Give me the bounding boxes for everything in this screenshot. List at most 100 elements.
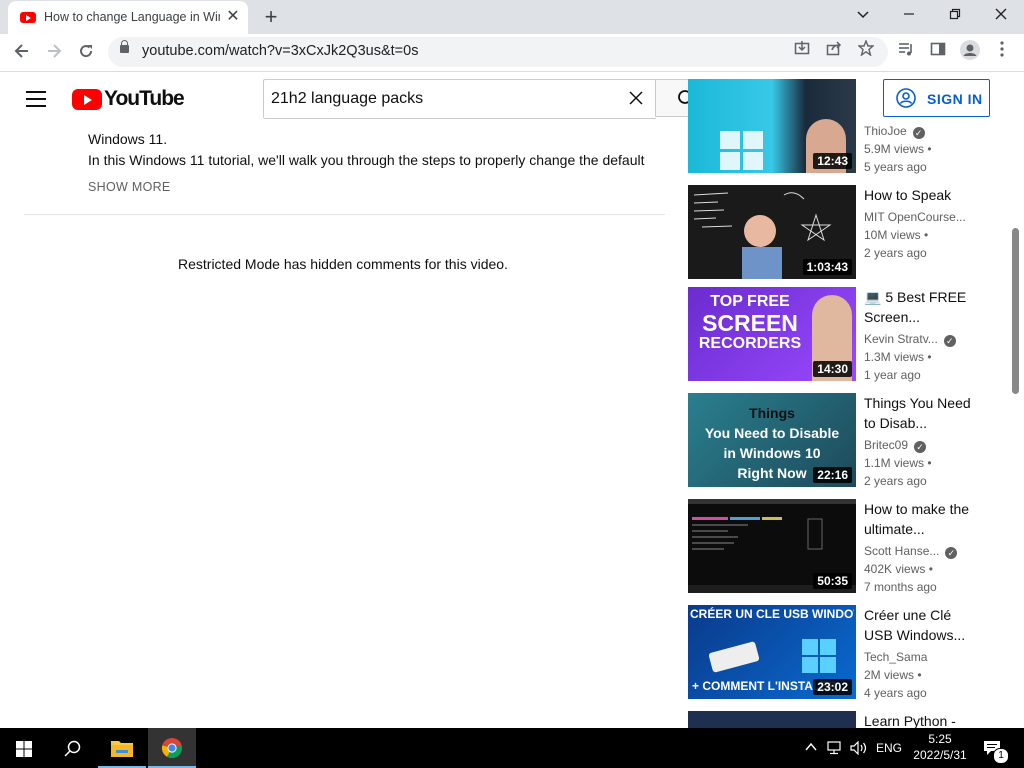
forward-button[interactable]	[41, 40, 67, 66]
channel-name-text: ThioJoe	[864, 124, 907, 138]
view-count-text: 2M views	[864, 668, 915, 682]
folder-icon	[111, 741, 133, 757]
address-bar-row: youtube.com/watch?v=3xCxJk2Q3us&t=0s	[0, 34, 1024, 72]
verified-check-icon: ✓	[912, 127, 925, 139]
description-line: In this Windows 11 tutorial, we'll walk …	[88, 152, 645, 168]
youtube-favicon-icon	[20, 12, 36, 23]
recommendation-item[interactable]: Learn Python -	[688, 711, 988, 728]
channel-name[interactable]: Britec09 ✓	[864, 438, 927, 453]
channel-name[interactable]: Scott Hanse... ✓	[864, 544, 958, 559]
channel-name-text: Britec09	[864, 438, 909, 452]
search-icon	[64, 740, 81, 757]
input-language-indicator[interactable]: ENG	[874, 728, 904, 768]
video-thumbnail[interactable]: 12:43	[688, 79, 856, 173]
media-controls-icon[interactable]	[893, 40, 919, 66]
restore-button[interactable]	[940, 2, 970, 30]
chrome-taskbar-button[interactable]	[148, 728, 196, 768]
video-thumbnail[interactable]: 50:35	[688, 499, 856, 593]
divider	[24, 214, 665, 215]
recommendation-item[interactable]: TOP FREE SCREEN RECORDERS 14:30 💻 5 Best…	[688, 287, 988, 382]
video-title[interactable]: Créer une Clé USB Windows...	[864, 605, 974, 645]
video-duration: 12:43	[813, 153, 852, 169]
channel-name[interactable]: Kevin Stratv... ✓	[864, 332, 956, 347]
clock[interactable]: 5:25 2022/5/31	[908, 728, 972, 768]
channel-name[interactable]: Tech_Sama	[864, 650, 927, 664]
youtube-logo-text: YouTube	[104, 87, 185, 110]
lock-icon[interactable]	[120, 40, 129, 53]
channel-name[interactable]: ThioJoe ✓	[864, 124, 925, 139]
video-duration: 14:30	[813, 361, 852, 377]
close-window-button[interactable]	[986, 2, 1016, 30]
video-thumbnail[interactable]: TOP FREE SCREEN RECORDERS 14:30	[688, 287, 856, 381]
notification-count-badge: 1	[993, 748, 1009, 764]
view-count: 1.3M views •	[864, 350, 932, 364]
back-button[interactable]	[9, 40, 35, 66]
thumbnail-text: Things	[749, 405, 795, 421]
close-tab-icon[interactable]: ✕	[224, 8, 242, 26]
profile-avatar-icon[interactable]	[957, 40, 983, 66]
browser-tab[interactable]: How to change Language in Windows 11 ✕	[8, 1, 248, 34]
recommendation-item[interactable]: 50:35 How to make the ultimate... Scott …	[688, 499, 988, 594]
windows-logo-icon	[720, 131, 763, 170]
show-more-button[interactable]: SHOW MORE	[88, 180, 171, 194]
view-count-text: 10M views	[864, 228, 921, 242]
view-count-text: 1.1M views	[864, 456, 925, 470]
video-title[interactable]: Learn Python -	[864, 711, 974, 728]
reload-button[interactable]	[73, 40, 99, 66]
page-scrollbar[interactable]	[1012, 228, 1019, 394]
url-text[interactable]: youtube.com/watch?v=3xCxJk2Q3us&t=0s	[142, 43, 418, 59]
start-button[interactable]	[0, 728, 48, 768]
clear-search-icon[interactable]	[624, 86, 648, 110]
network-icon[interactable]	[824, 728, 846, 768]
video-thumbnail[interactable]: CRÉER UN CLE USB WINDOWS 10 + COMMENT L'…	[688, 605, 856, 699]
tab-search-icon[interactable]	[848, 2, 878, 30]
recommendation-item[interactable]: Things You Need to Disable in Windows 10…	[688, 393, 988, 488]
upload-age: 2 years ago	[864, 246, 927, 260]
video-thumbnail[interactable]: 1:03:43	[688, 185, 856, 279]
minimize-button[interactable]	[894, 2, 924, 30]
search-query-text[interactable]: 21h2 language packs	[271, 90, 423, 108]
video-thumbnail[interactable]	[688, 711, 856, 728]
recommendation-item[interactable]: 1:03:43 How to Speak MIT OpenCourse... 1…	[688, 185, 988, 279]
hamburger-menu-icon[interactable]	[26, 91, 46, 107]
description-line: Windows 11.	[88, 131, 168, 147]
video-title[interactable]: Things You Need to Disab...	[864, 393, 974, 433]
tab-title: How to change Language in Windows 11	[44, 10, 220, 24]
action-center-button[interactable]: 1	[978, 728, 1018, 768]
view-count: 10M views •	[864, 228, 929, 242]
chevron-up-icon	[805, 742, 817, 751]
video-title[interactable]: 💻 5 Best FREE Screen...	[864, 287, 974, 327]
browser-tab-strip: How to change Language in Windows 11 ✕ +	[0, 0, 1024, 34]
usb-drive-art	[708, 639, 836, 673]
view-count: 402K views •	[864, 562, 933, 576]
video-thumbnail[interactable]: Things You Need to Disable in Windows 10…	[688, 393, 856, 487]
upload-age: 2 years ago	[864, 474, 927, 488]
show-hidden-icons-button[interactable]	[802, 728, 820, 768]
windows-taskbar: ENG 5:25 2022/5/31 1	[0, 728, 1024, 768]
browser-menu-icon[interactable]	[989, 40, 1015, 66]
upload-age: 4 years ago	[864, 686, 927, 700]
channel-name[interactable]: MIT OpenCourse...	[864, 210, 966, 224]
view-count-text: 1.3M views	[864, 350, 925, 364]
verified-check-icon: ✓	[914, 441, 927, 453]
side-panel-icon[interactable]	[925, 40, 951, 66]
clock-time: 5:25	[928, 732, 952, 746]
file-explorer-taskbar-button[interactable]	[98, 728, 146, 768]
verified-check-icon: ✓	[945, 547, 958, 559]
video-title[interactable]: How to Speak	[864, 185, 974, 205]
omnibox[interactable]: youtube.com/watch?v=3xCxJk2Q3us&t=0s	[108, 37, 888, 67]
channel-name-text: Kevin Stratv...	[864, 332, 938, 346]
volume-icon[interactable]	[848, 728, 870, 768]
thumbnail-text: SCREEN	[702, 310, 798, 336]
taskbar-search-button[interactable]	[48, 728, 96, 768]
install-app-icon[interactable]	[790, 40, 814, 64]
recommendation-item[interactable]: CRÉER UN CLE USB WINDOWS 10 + COMMENT L'…	[688, 605, 988, 700]
clock-date: 2022/5/31	[913, 748, 967, 762]
share-icon[interactable]	[822, 40, 846, 64]
video-duration: 23:02	[813, 679, 852, 695]
search-input[interactable]: 21h2 language packs	[263, 79, 656, 119]
bookmark-star-icon[interactable]	[854, 39, 878, 64]
new-tab-button[interactable]: +	[258, 4, 284, 30]
recommendation-item[interactable]: 12:43 ThioJoe ✓ 5.9M views • 5 years ago	[688, 79, 988, 174]
video-title[interactable]: How to make the ultimate...	[864, 499, 974, 539]
